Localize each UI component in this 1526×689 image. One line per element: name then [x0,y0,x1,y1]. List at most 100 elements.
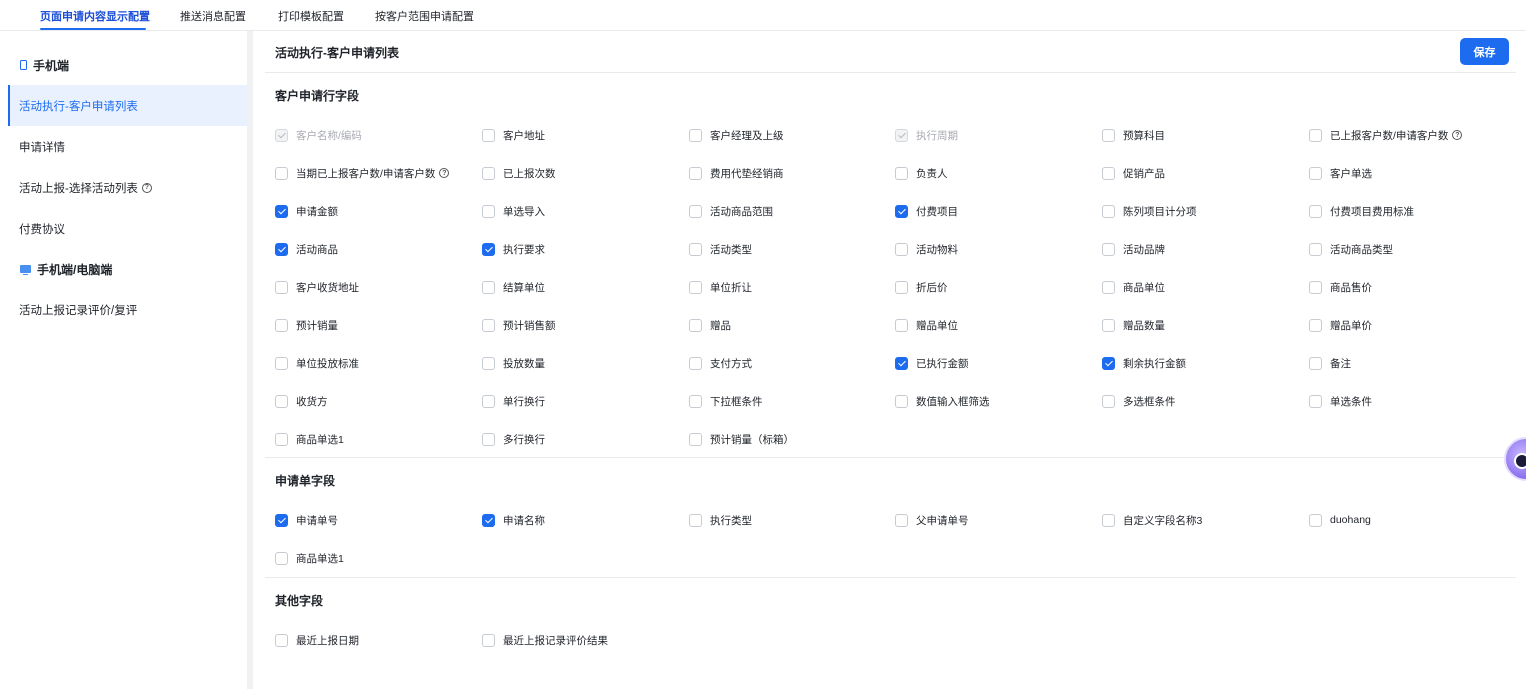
tab-page-content-config[interactable]: 页面申请内容显示配置 [40,10,150,24]
field-checkbox-item[interactable]: 单选导入 [482,203,545,219]
field-checkbox-item[interactable]: 商品单位 [1102,279,1165,295]
checkbox[interactable] [689,432,702,446]
checkbox[interactable] [482,394,495,408]
field-checkbox-item[interactable]: 已执行金额 [895,355,969,371]
field-checkbox-item[interactable]: 付费项目 [895,203,958,219]
checkbox[interactable] [1309,394,1322,408]
checkbox[interactable] [689,128,702,142]
checkbox[interactable] [689,204,702,218]
checkbox[interactable] [275,633,288,647]
checkbox-checked[interactable] [895,356,908,370]
checkbox[interactable] [689,280,702,294]
checkbox[interactable] [689,356,702,370]
checkbox[interactable] [482,432,495,446]
checkbox[interactable] [1309,280,1322,294]
checkbox[interactable] [1309,318,1322,332]
field-checkbox-item[interactable]: 单位折让 [689,279,752,295]
checkbox[interactable] [1102,166,1115,180]
help-icon[interactable]: ? [1452,130,1463,140]
sidebar-item-application-detail[interactable]: 申请详情 [8,126,247,167]
help-icon[interactable]: ? [439,168,450,178]
checkbox[interactable] [275,318,288,332]
field-checkbox-item[interactable]: duohang [1309,512,1371,528]
checkbox[interactable] [482,280,495,294]
checkbox[interactable] [1102,394,1115,408]
field-checkbox-item[interactable]: 商品售价 [1309,279,1372,295]
checkbox-checked[interactable] [275,513,288,527]
field-checkbox-item[interactable]: 申请金额 [275,203,338,219]
field-checkbox-item[interactable]: 客户收货地址 [275,279,359,295]
checkbox[interactable] [1309,204,1322,218]
checkbox[interactable] [689,394,702,408]
checkbox[interactable] [895,394,908,408]
field-checkbox-item[interactable]: 活动商品范围 [689,203,773,219]
field-checkbox-item[interactable]: 预计销售额 [482,317,556,333]
field-checkbox-item[interactable]: 商品单选1 [275,431,344,447]
field-checkbox-item[interactable]: 申请名称 [482,512,545,528]
field-checkbox-item[interactable]: 多行换行 [482,431,545,447]
field-checkbox-item[interactable]: 客户地址 [482,127,545,143]
sidebar-item-activity-report-list[interactable]: 活动上报-选择活动列表 ? [8,167,247,208]
field-checkbox-item[interactable]: 执行类型 [689,512,752,528]
field-checkbox-item[interactable]: 赠品单位 [895,317,958,333]
checkbox[interactable] [1309,513,1322,527]
field-checkbox-item[interactable]: 活动品牌 [1102,241,1165,257]
checkbox[interactable] [482,128,495,142]
checkbox[interactable] [1309,242,1322,256]
field-checkbox-item[interactable]: 父申请单号 [895,512,969,528]
field-checkbox-item[interactable]: 投放数量 [482,355,545,371]
field-checkbox-item[interactable]: 结算单位 [482,279,545,295]
checkbox[interactable] [275,394,288,408]
field-checkbox-item[interactable]: 促销产品 [1102,165,1165,181]
tab-print-template-config[interactable]: 打印模板配置 [278,10,344,24]
field-checkbox-item[interactable]: 备注 [1309,355,1351,371]
checkbox[interactable] [482,318,495,332]
checkbox[interactable] [1309,166,1322,180]
checkbox[interactable] [1102,204,1115,218]
field-checkbox-item[interactable]: 当期已上报客户数/申请客户数? [275,165,450,181]
field-checkbox-item[interactable]: 活动类型 [689,241,752,257]
checkbox-checked[interactable] [482,513,495,527]
checkbox[interactable] [275,280,288,294]
checkbox[interactable] [1309,356,1322,370]
checkbox[interactable] [482,633,495,647]
field-checkbox-item[interactable]: 多选框条件 [1102,393,1176,409]
checkbox-checked[interactable] [275,242,288,256]
field-checkbox-item[interactable]: 陈列项目计分项 [1102,203,1197,219]
checkbox[interactable] [895,166,908,180]
checkbox[interactable] [482,204,495,218]
sidebar-item-paid-agreement[interactable]: 付费协议 [8,208,247,249]
field-checkbox-item[interactable]: 活动商品类型 [1309,241,1393,257]
field-checkbox-item[interactable]: 折后价 [895,279,948,295]
sidebar-item-activity-customer-list[interactable]: 活动执行-客户申请列表 [8,85,247,126]
field-checkbox-item[interactable]: 负责人 [895,165,948,181]
field-checkbox-item[interactable]: 赠品数量 [1102,317,1165,333]
field-checkbox-item[interactable]: 最近上报日期 [275,632,359,648]
field-checkbox-item[interactable]: 最近上报记录评价结果 [482,632,608,648]
save-button[interactable]: 保存 [1460,38,1509,65]
checkbox[interactable] [1102,318,1115,332]
field-checkbox-item[interactable]: 费用代垫经销商 [689,165,784,181]
field-checkbox-item[interactable]: 客户单选 [1309,165,1372,181]
field-checkbox-item[interactable]: 赠品单价 [1309,317,1372,333]
checkbox[interactable] [275,356,288,370]
tab-push-message-config[interactable]: 推送消息配置 [180,10,246,24]
checkbox[interactable] [1309,128,1322,142]
field-checkbox-item[interactable]: 剩余执行金额 [1102,355,1186,371]
help-icon[interactable]: ? [141,182,152,193]
field-checkbox-item[interactable]: 活动物料 [895,241,958,257]
field-checkbox-item[interactable]: 已上报次数 [482,165,556,181]
checkbox[interactable] [1102,280,1115,294]
checkbox[interactable] [482,356,495,370]
field-checkbox-item[interactable]: 收货方 [275,393,328,409]
checkbox[interactable] [895,242,908,256]
checkbox[interactable] [275,432,288,446]
checkbox[interactable] [275,166,288,180]
checkbox[interactable] [482,166,495,180]
field-checkbox-item[interactable]: 赠品 [689,317,731,333]
checkbox-checked[interactable] [482,242,495,256]
checkbox[interactable] [895,318,908,332]
checkbox[interactable] [689,242,702,256]
checkbox[interactable] [689,166,702,180]
checkbox[interactable] [275,551,288,565]
